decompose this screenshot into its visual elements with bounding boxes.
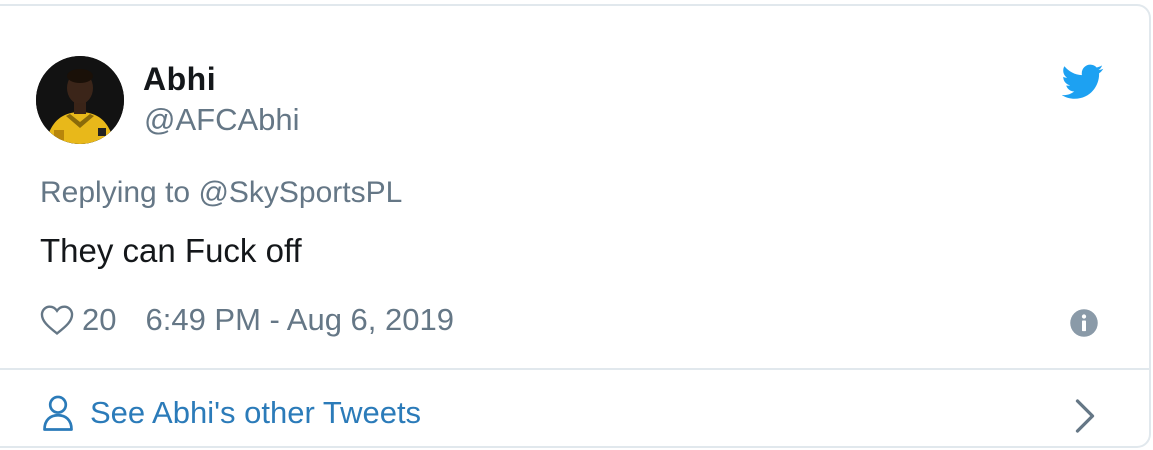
reply-prefix: Replying to — [40, 176, 191, 209]
divider — [0, 368, 1151, 370]
chevron-right-icon[interactable] — [1072, 398, 1098, 434]
embedded-tweet-card: Abhi @AFCAbhi Replying to @SkySportsPL T… — [0, 4, 1151, 448]
tweet-text: They can Fuck off — [40, 232, 302, 269]
avatar[interactable] — [36, 56, 124, 144]
reply-context: Replying to @SkySportsPL — [40, 176, 402, 210]
avatar-photo — [36, 56, 124, 144]
author-handle[interactable]: @AFCAbhi — [144, 102, 300, 138]
see-other-tweets-link[interactable]: See Abhi's other Tweets — [40, 388, 1110, 438]
author-display-name[interactable]: Abhi — [143, 61, 216, 98]
twitter-bird-icon[interactable] — [1062, 64, 1104, 100]
like-count[interactable]: 20 — [82, 302, 116, 338]
reply-to-handle[interactable]: @SkySportsPL — [198, 176, 402, 209]
tweet-timestamp[interactable]: 6:49 PM - Aug 6, 2019 — [145, 302, 454, 338]
person-icon — [43, 395, 73, 431]
see-other-tweets-label: See Abhi's other Tweets — [90, 395, 422, 430]
tweet-meta: 20 6:49 PM - Aug 6, 2019 — [38, 298, 454, 342]
heart-icon[interactable] — [38, 301, 76, 339]
info-icon[interactable] — [1069, 308, 1099, 338]
